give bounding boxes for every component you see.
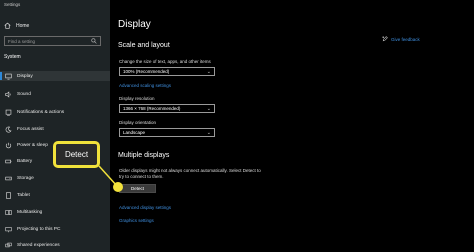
give-feedback-link[interactable]: Give feedback [382,36,420,42]
home-label: Home [16,22,30,29]
notifications-icon [5,109,12,116]
advanced-display-settings-link[interactable]: Advanced display settings [119,205,171,210]
orientation-dropdown[interactable]: Landscape ⌄ [119,128,215,137]
main-content: Display Give feedback Scale and layout C… [110,0,474,252]
tablet-icon [6,191,11,199]
sidebar-item-shared-experiences[interactable]: Shared experiences [0,240,110,250]
sidebar-item-label: Multitasking [17,209,43,215]
projector-icon [5,226,12,232]
battery-icon [5,159,12,163]
home-icon [4,22,11,29]
detect-callout: Detect [53,141,100,168]
sidebar-item-label: Tablet [17,192,30,198]
feedback-icon [382,36,388,42]
sidebar-item-label: Display [17,73,33,79]
chevron-down-icon: ⌄ [206,129,211,136]
home-nav-item[interactable]: Home [4,22,29,29]
detect-description-line1: Older displays might not always connect … [119,168,261,173]
orientation-label: Display orientation [119,120,157,125]
sidebar-item-multitasking[interactable]: Multitasking [0,207,110,217]
sidebar-item-label: Sound [17,91,31,97]
scale-dropdown[interactable]: 100% (Recommended) ⌄ [119,67,215,76]
sidebar-item-label: Notifications & actions [17,109,65,115]
storage-icon [5,176,12,180]
advanced-scaling-link[interactable]: Advanced scaling settings [119,83,171,88]
window-title: Settings [4,2,21,7]
sidebar-item-projecting[interactable]: Projecting to this PC [0,224,110,234]
sidebar-item-display[interactable]: Display [0,71,110,81]
sidebar-item-focus-assist[interactable]: Focus assist [0,124,110,134]
graphics-settings-link[interactable]: Graphics settings [119,218,154,223]
search-icon [91,38,97,44]
feedback-label: Give feedback [391,36,420,42]
power-icon [5,142,12,148]
system-section-label: System [4,54,21,60]
orientation-value: Landscape [123,130,146,135]
detect-button[interactable]: Detect [119,184,156,193]
resolution-label: Display resolution [119,96,155,101]
sidebar: Settings Home Find a setting System Disp… [0,0,110,252]
resolution-dropdown[interactable]: 1366 × 768 (Recommended) ⌄ [119,104,215,113]
search-input[interactable]: Find a setting [4,36,101,46]
sidebar-item-tablet[interactable]: Tablet [0,190,110,200]
sidebar-item-sound[interactable]: Sound [0,89,110,99]
sidebar-item-notifications[interactable]: Notifications & actions [0,107,110,117]
change-size-label: Change the size of text, apps, and other… [119,59,211,64]
multitasking-icon [5,209,12,215]
scale-value: 100% (Recommended) [123,69,170,74]
sidebar-item-storage[interactable]: Storage [0,173,110,183]
sidebar-item-label: Storage [17,175,34,181]
detect-description-line2: try to connect to them. [119,174,164,179]
scale-layout-heading: Scale and layout [118,42,170,49]
multiple-displays-heading: Multiple displays [118,152,170,159]
sidebar-item-label: Focus assist [17,126,44,132]
page-title: Display [118,19,151,30]
callout-pointer-dot [113,182,123,192]
monitor-icon [5,73,12,79]
chevron-down-icon: ⌄ [206,105,211,112]
resolution-value: 1366 × 768 (Recommended) [123,106,181,111]
search-placeholder: Find a setting [8,38,36,44]
sidebar-item-label: Power & sleep [17,142,48,148]
moon-icon [5,126,12,133]
chevron-down-icon: ⌄ [206,68,211,75]
sidebar-item-label: Shared experiences [17,242,60,248]
sidebar-item-label: Projecting to this PC [17,226,61,232]
speaker-icon [5,90,11,98]
shared-experiences-icon [5,242,12,247]
sidebar-item-label: Battery [17,158,33,164]
